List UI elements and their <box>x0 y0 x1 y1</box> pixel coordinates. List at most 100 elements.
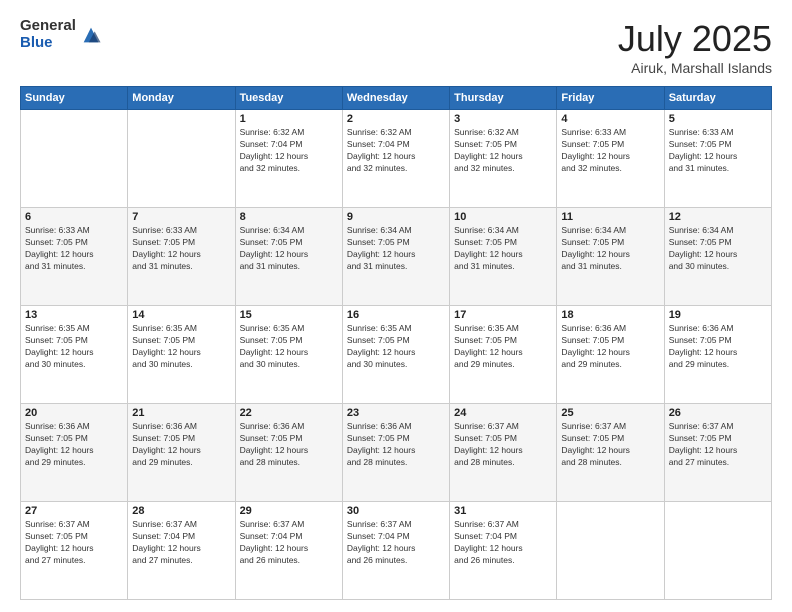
day-number: 14 <box>132 309 230 321</box>
day-number: 13 <box>25 309 123 321</box>
calendar-cell: 29 Sunrise: 6:37 AM Sunset: 7:04 PM Dayli… <box>235 502 342 600</box>
day-info: Sunrise: 6:35 AM Sunset: 7:05 PM Dayligh… <box>132 323 230 371</box>
day-number: 5 <box>669 113 767 125</box>
day-number: 11 <box>561 211 659 223</box>
calendar-cell: 15 Sunrise: 6:35 AM Sunset: 7:05 PM Dayli… <box>235 306 342 404</box>
day-number: 31 <box>454 505 552 517</box>
col-sunday: Sunday <box>21 87 128 110</box>
calendar-cell: 20 Sunrise: 6:36 AM Sunset: 7:05 PM Dayli… <box>21 404 128 502</box>
calendar-cell: 22Sunrise: 6:36 AM Sunset: 7:05 PM Dayli… <box>235 404 342 502</box>
calendar-cell <box>21 110 128 208</box>
day-info: Sunrise: 6:36 AM Sunset: 7:05 PM Dayligh… <box>25 421 123 469</box>
day-number: 26 <box>669 407 767 419</box>
calendar-cell: 8 Sunrise: 6:34 AM Sunset: 7:05 PM Daylig… <box>235 208 342 306</box>
day-number: 19 <box>669 309 767 321</box>
calendar-cell: 21Sunrise: 6:36 AM Sunset: 7:05 PM Dayli… <box>128 404 235 502</box>
calendar-cell <box>664 502 771 600</box>
calendar-cell: 16 Sunrise: 6:35 AM Sunset: 7:05 PM Dayli… <box>342 306 449 404</box>
calendar-cell: 14 Sunrise: 6:35 AM Sunset: 7:05 PM Dayli… <box>128 306 235 404</box>
col-saturday: Saturday <box>664 87 771 110</box>
day-info: Sunrise: 6:36 AM Sunset: 7:05 PM Dayligh… <box>669 323 767 371</box>
day-number: 12 <box>669 211 767 223</box>
calendar-cell: 27 Sunrise: 6:37 AM Sunset: 7:05 PM Dayli… <box>21 502 128 600</box>
calendar-week-4: 20 Sunrise: 6:36 AM Sunset: 7:05 PM Dayli… <box>21 404 772 502</box>
day-info: Sunrise: 6:33 AM Sunset: 7:05 PM Dayligh… <box>669 127 767 175</box>
day-number: 15 <box>240 309 338 321</box>
day-info: Sunrise: 6:35 AM Sunset: 7:05 PM Dayligh… <box>347 323 445 371</box>
day-info: Sunrise: 6:35 AM Sunset: 7:05 PM Dayligh… <box>454 323 552 371</box>
logo-blue: Blue <box>20 35 76 52</box>
logo-icon <box>80 24 102 46</box>
location: Airuk, Marshall Islands <box>618 60 772 76</box>
calendar-cell: 1Sunrise: 6:32 AM Sunset: 7:04 PM Daylig… <box>235 110 342 208</box>
day-number: 24 <box>454 407 552 419</box>
day-info: Sunrise: 6:33 AM Sunset: 7:05 PM Dayligh… <box>132 225 230 273</box>
calendar-cell: 9 Sunrise: 6:34 AM Sunset: 7:05 PM Daylig… <box>342 208 449 306</box>
day-info: Sunrise: 6:35 AM Sunset: 7:05 PM Dayligh… <box>25 323 123 371</box>
calendar-cell <box>128 110 235 208</box>
day-number: 30 <box>347 505 445 517</box>
calendar-header-row: Sunday Monday Tuesday Wednesday Thursday… <box>21 87 772 110</box>
day-info: Sunrise: 6:32 AM Sunset: 7:04 PM Dayligh… <box>347 127 445 175</box>
day-number: 17 <box>454 309 552 321</box>
col-thursday: Thursday <box>450 87 557 110</box>
day-info: Sunrise: 6:33 AM Sunset: 7:05 PM Dayligh… <box>25 225 123 273</box>
calendar-cell: 11Sunrise: 6:34 AM Sunset: 7:05 PM Dayli… <box>557 208 664 306</box>
calendar-cell: 19 Sunrise: 6:36 AM Sunset: 7:05 PM Dayli… <box>664 306 771 404</box>
col-monday: Monday <box>128 87 235 110</box>
day-number: 3 <box>454 113 552 125</box>
day-number: 29 <box>240 505 338 517</box>
day-info: Sunrise: 6:37 AM Sunset: 7:04 PM Dayligh… <box>347 519 445 567</box>
day-number: 16 <box>347 309 445 321</box>
calendar-cell: 3 Sunrise: 6:32 AM Sunset: 7:05 PM Daylig… <box>450 110 557 208</box>
day-info: Sunrise: 6:32 AM Sunset: 7:05 PM Dayligh… <box>454 127 552 175</box>
title-block: July 2025 Airuk, Marshall Islands <box>618 18 772 76</box>
day-info: Sunrise: 6:37 AM Sunset: 7:05 PM Dayligh… <box>25 519 123 567</box>
day-number: 18 <box>561 309 659 321</box>
day-info: Sunrise: 6:36 AM Sunset: 7:05 PM Dayligh… <box>561 323 659 371</box>
day-number: 22 <box>240 407 338 419</box>
day-number: 8 <box>240 211 338 223</box>
calendar-week-3: 13 Sunrise: 6:35 AM Sunset: 7:05 PM Dayli… <box>21 306 772 404</box>
calendar-cell: 4 Sunrise: 6:33 AM Sunset: 7:05 PM Daylig… <box>557 110 664 208</box>
day-number: 21 <box>132 407 230 419</box>
calendar-cell: 23Sunrise: 6:36 AM Sunset: 7:05 PM Dayli… <box>342 404 449 502</box>
day-info: Sunrise: 6:35 AM Sunset: 7:05 PM Dayligh… <box>240 323 338 371</box>
day-info: Sunrise: 6:37 AM Sunset: 7:05 PM Dayligh… <box>454 421 552 469</box>
calendar-cell: 10Sunrise: 6:34 AM Sunset: 7:05 PM Dayli… <box>450 208 557 306</box>
logo-general: General <box>20 18 76 35</box>
calendar-cell: 26 Sunrise: 6:37 AM Sunset: 7:05 PM Dayli… <box>664 404 771 502</box>
day-number: 25 <box>561 407 659 419</box>
calendar-cell: 2 Sunrise: 6:32 AM Sunset: 7:04 PM Daylig… <box>342 110 449 208</box>
day-info: Sunrise: 6:34 AM Sunset: 7:05 PM Dayligh… <box>240 225 338 273</box>
day-number: 4 <box>561 113 659 125</box>
day-info: Sunrise: 6:34 AM Sunset: 7:05 PM Dayligh… <box>347 225 445 273</box>
calendar-week-2: 6 Sunrise: 6:33 AM Sunset: 7:05 PM Daylig… <box>21 208 772 306</box>
calendar-cell: 13 Sunrise: 6:35 AM Sunset: 7:05 PM Dayli… <box>21 306 128 404</box>
day-number: 27 <box>25 505 123 517</box>
page: General Blue July 2025 Airuk, Marshall I… <box>0 0 792 612</box>
day-info: Sunrise: 6:34 AM Sunset: 7:05 PM Dayligh… <box>669 225 767 273</box>
logo: General Blue <box>20 18 102 51</box>
calendar-cell: 30 Sunrise: 6:37 AM Sunset: 7:04 PM Dayli… <box>342 502 449 600</box>
day-number: 10 <box>454 211 552 223</box>
day-number: 23 <box>347 407 445 419</box>
day-number: 28 <box>132 505 230 517</box>
day-info: Sunrise: 6:32 AM Sunset: 7:04 PM Dayligh… <box>240 127 338 175</box>
calendar-cell: 28Sunrise: 6:37 AM Sunset: 7:04 PM Dayli… <box>128 502 235 600</box>
day-number: 7 <box>132 211 230 223</box>
calendar-week-1: 1Sunrise: 6:32 AM Sunset: 7:04 PM Daylig… <box>21 110 772 208</box>
day-info: Sunrise: 6:37 AM Sunset: 7:05 PM Dayligh… <box>669 421 767 469</box>
calendar-cell: 24 Sunrise: 6:37 AM Sunset: 7:05 PM Dayli… <box>450 404 557 502</box>
logo-text: General Blue <box>20 18 76 51</box>
day-number: 2 <box>347 113 445 125</box>
calendar-cell: 7 Sunrise: 6:33 AM Sunset: 7:05 PM Daylig… <box>128 208 235 306</box>
calendar-table: Sunday Monday Tuesday Wednesday Thursday… <box>20 86 772 600</box>
day-number: 20 <box>25 407 123 419</box>
day-number: 6 <box>25 211 123 223</box>
col-friday: Friday <box>557 87 664 110</box>
header: General Blue July 2025 Airuk, Marshall I… <box>20 18 772 76</box>
day-info: Sunrise: 6:33 AM Sunset: 7:05 PM Dayligh… <box>561 127 659 175</box>
day-info: Sunrise: 6:37 AM Sunset: 7:04 PM Dayligh… <box>240 519 338 567</box>
day-number: 9 <box>347 211 445 223</box>
